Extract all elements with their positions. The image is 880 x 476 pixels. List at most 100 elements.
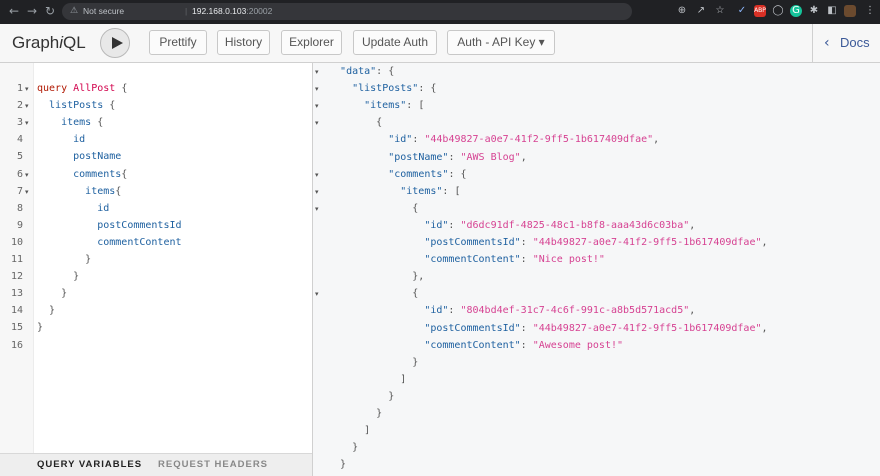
explorer-button[interactable]: Explorer (281, 30, 342, 55)
extension-icon[interactable]: ✓ (736, 5, 748, 17)
history-button[interactable]: History (217, 30, 270, 55)
line-number: 12 (10, 271, 23, 283)
json-token: } (328, 442, 359, 454)
json-token: , (520, 151, 527, 163)
json-token: "items" (400, 185, 443, 197)
json-token: : (448, 305, 461, 317)
query-editor[interactable]: 1 ▾ 2 ▾ 3 ▾ 4 5 6 ▾ 7 ▾ 8 9 10 11 12 13 14 15 16 query AllPo… (0, 63, 312, 453)
prettify-button[interactable]: Prettify (149, 30, 207, 55)
json-token: : (412, 134, 425, 146)
code-line: } (37, 305, 55, 316)
json-token: "44b49827-a0e7-41f2-9ff5-1b617409dfae" (424, 134, 654, 146)
json-token: , (689, 305, 696, 317)
json-token: : { (376, 66, 395, 77)
adblock-icon[interactable]: ABP (754, 5, 766, 17)
auth-mode-dropdown[interactable]: Auth - API Key ▾ (447, 30, 555, 55)
profile-icon[interactable] (844, 5, 856, 17)
fold-toggle-icon[interactable]: ▾ (315, 119, 319, 127)
fold-toggle-icon[interactable]: ▾ (25, 171, 29, 179)
json-token: : (520, 322, 533, 334)
shield-icon[interactable]: ◯ (772, 5, 784, 17)
json-token: , (689, 219, 696, 231)
code-line: postCommentsId (37, 220, 181, 231)
graphiql-toolbar: GraphiQL Prettify History Explorer Updat… (0, 24, 880, 63)
share-icon[interactable]: ↗ (695, 5, 707, 17)
docs-button[interactable]: ‹ Docs (812, 24, 880, 62)
code-token: commentContent (97, 236, 182, 248)
editor-bottom-tabs: QUERY VARIABLES REQUEST HEADERS (0, 453, 312, 476)
json-token: { (328, 117, 383, 129)
line-number: 11 (10, 254, 23, 265)
forward-arrow-icon[interactable]: → (24, 3, 40, 19)
line-number: 2 (16, 100, 23, 112)
menu-icon[interactable]: ⋮ (864, 5, 876, 17)
reload-icon[interactable]: ↻ (42, 3, 58, 19)
fold-toggle-icon[interactable]: ▾ (315, 205, 319, 213)
fold-toggle-icon[interactable]: ▾ (315, 85, 319, 93)
json-token: "AWS Blog" (460, 151, 521, 163)
back-arrow-icon[interactable]: ← (6, 3, 22, 19)
query-variables-tab[interactable]: QUERY VARIABLES (37, 459, 142, 470)
json-token: : (448, 219, 461, 231)
sidepanel-icon[interactable]: ◧ (826, 5, 838, 17)
json-token: "44b49827-a0e7-41f2-9ff5-1b617409dfae" (532, 237, 762, 248)
json-token: : { (418, 83, 437, 95)
code-token: { (91, 117, 104, 129)
code-token: AllPost (73, 83, 116, 94)
fold-toggle-icon[interactable]: ▾ (315, 290, 319, 298)
json-token: } (328, 459, 347, 471)
grammarly-icon[interactable]: G (790, 5, 802, 17)
line-number: 6 (16, 168, 23, 180)
json-token: : (520, 254, 533, 266)
result-viewer: ▾ "data": {▾ "listPosts": {▾ "items": [▾… (313, 63, 880, 476)
update-auth-button[interactable]: Update Auth (353, 30, 437, 55)
line-number: 7 (16, 185, 23, 197)
json-token: "data" (340, 66, 377, 77)
json-token: "commentContent" (424, 254, 521, 266)
code-line: listPosts { (37, 100, 115, 111)
fold-toggle-icon[interactable]: ▾ (25, 85, 29, 93)
chevron-left-icon: ‹ (824, 35, 830, 51)
fold-toggle-icon[interactable]: ▾ (25, 119, 29, 127)
request-headers-tab[interactable]: REQUEST HEADERS (158, 459, 268, 470)
json-token: "postName" (388, 151, 449, 163)
line-number: 4 (16, 134, 23, 146)
fold-toggle-icon[interactable]: ▾ (315, 68, 319, 76)
address-bar[interactable]: ⚠ Not secure | 192.168.0.103:20002 (62, 3, 632, 20)
result-line: } (328, 391, 394, 402)
json-token: : (448, 151, 461, 163)
line-number: 14 (10, 305, 23, 317)
json-token: : (520, 339, 533, 351)
fold-toggle-icon[interactable]: ▾ (25, 102, 29, 110)
fold-toggle-icon[interactable]: ▾ (315, 171, 319, 179)
fold-toggle-icon[interactable]: ▾ (315, 188, 319, 196)
execute-query-button[interactable] (100, 28, 130, 58)
json-token: "id" (388, 134, 413, 146)
security-label: Not secure (83, 6, 125, 16)
line-number: 16 (10, 339, 23, 351)
result-line: "listPosts": { (328, 83, 436, 94)
code-token: id (73, 134, 86, 146)
code-token: } (37, 305, 56, 317)
code-token: } (37, 271, 80, 283)
star-icon[interactable]: ☆ (714, 5, 726, 17)
code-token: items (85, 185, 116, 197)
warning-icon[interactable]: ⚠ (70, 3, 78, 20)
zoom-icon[interactable]: ⊕ (676, 5, 688, 17)
fold-toggle-icon[interactable]: ▾ (315, 102, 319, 110)
code-line: items { (37, 117, 103, 128)
result-line: } (328, 442, 358, 453)
json-token: "postCommentsId" (424, 237, 521, 248)
json-token: , (653, 134, 660, 146)
puzzle-icon[interactable]: ✱ (808, 5, 820, 17)
fold-toggle-icon[interactable]: ▾ (25, 188, 29, 196)
